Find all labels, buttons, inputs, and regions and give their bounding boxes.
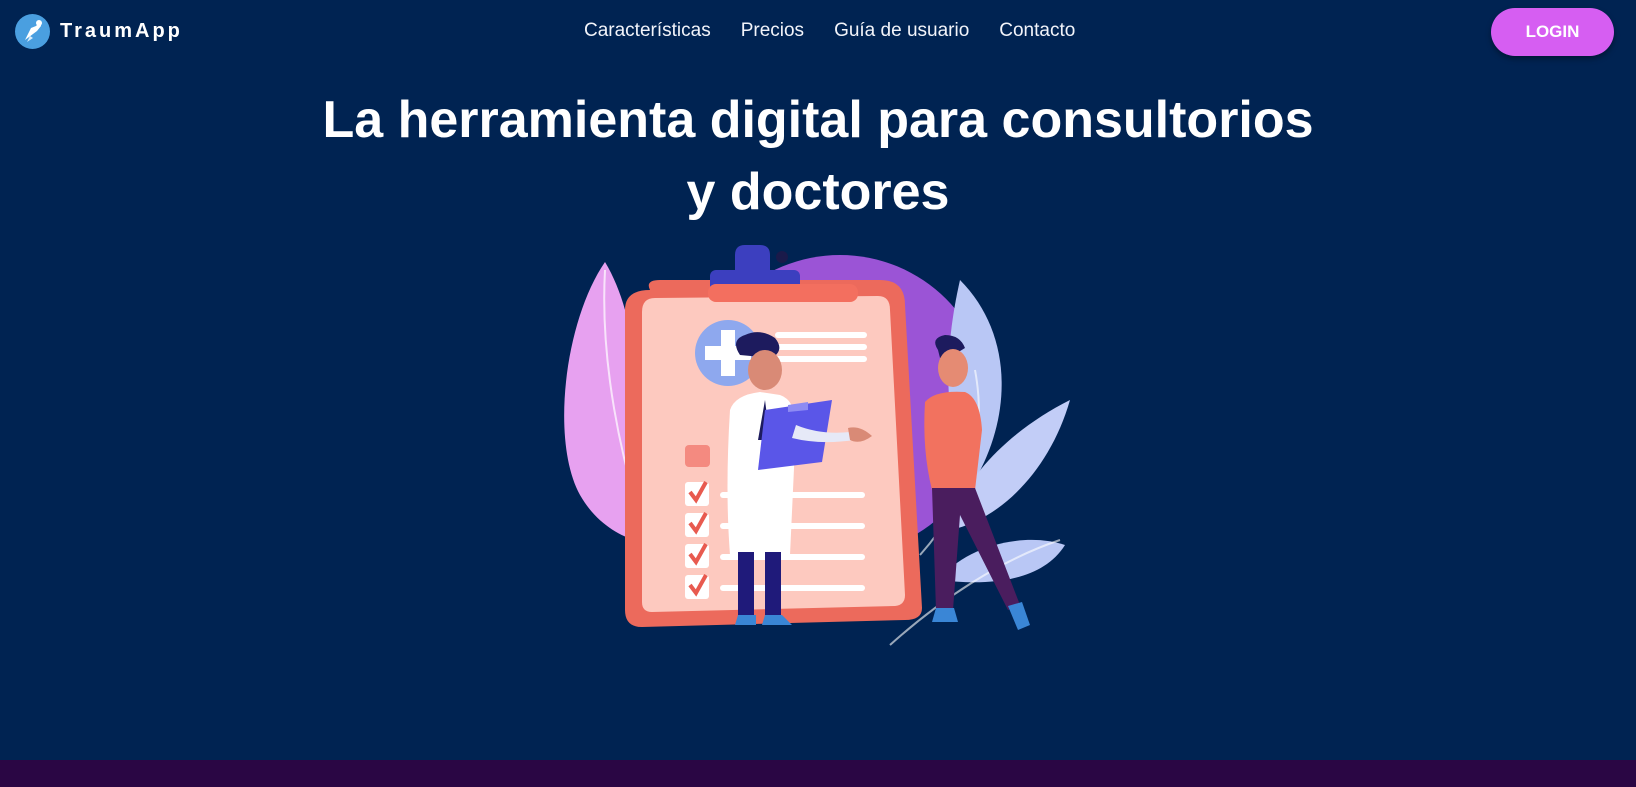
brand-name: TraumApp <box>60 20 183 42</box>
login-button[interactable]: LOGIN <box>1491 8 1614 56</box>
doctor-patient-clipboard-illustration <box>564 245 1070 646</box>
hero-title: La herramienta digital para consultorios… <box>0 84 1636 228</box>
nav-link-caracteristicas[interactable]: Características <box>584 20 711 42</box>
main-nav: Características Precios Guía de usuario … <box>584 20 1075 42</box>
traumapp-logo-icon <box>15 14 50 49</box>
footer-strip <box>0 760 1636 787</box>
hero-title-line-2: y doctores <box>686 163 950 221</box>
brand[interactable]: TraumApp <box>15 14 183 49</box>
hero-title-line-1: La herramienta digital para consultorios <box>322 91 1314 149</box>
top-navbar: TraumApp Características Precios Guía de… <box>0 0 1636 64</box>
nav-link-guia-de-usuario[interactable]: Guía de usuario <box>834 20 969 42</box>
nav-link-precios[interactable]: Precios <box>741 20 804 42</box>
nav-link-contacto[interactable]: Contacto <box>999 20 1075 42</box>
